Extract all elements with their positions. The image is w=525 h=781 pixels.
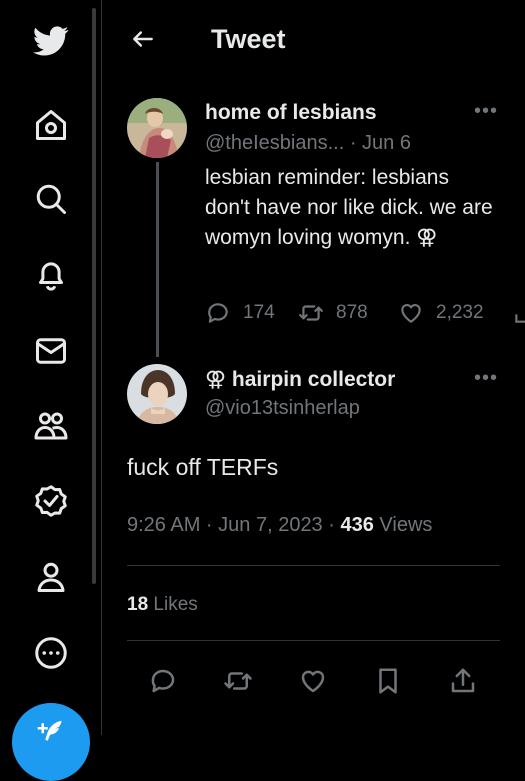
reply-button[interactable] bbox=[146, 664, 180, 698]
share-button[interactable] bbox=[512, 300, 525, 326]
back-button[interactable] bbox=[128, 24, 158, 54]
divider bbox=[127, 640, 500, 641]
more-options-button[interactable]: ••• bbox=[472, 367, 500, 389]
avatar[interactable] bbox=[127, 98, 187, 158]
author-name[interactable]: home of lesbians bbox=[205, 101, 377, 125]
reply-button[interactable]: 174 bbox=[205, 300, 275, 326]
like-button[interactable] bbox=[296, 664, 330, 698]
communities-icon[interactable] bbox=[30, 405, 72, 447]
author-name[interactable]: ⚢ hairpin collector bbox=[205, 367, 395, 392]
author-handle[interactable]: @theIesbians... bbox=[205, 132, 344, 154]
retweet-icon bbox=[299, 305, 323, 321]
column-divider bbox=[101, 0, 102, 735]
reply-icon bbox=[208, 303, 228, 323]
tweet-text: lesbian reminder: lesbians don't have no… bbox=[205, 166, 493, 249]
tweet-timestamp-row: 9:26 AM · Jun 7, 2023 · 436 Views bbox=[127, 514, 432, 537]
retweet-count: 878 bbox=[336, 302, 368, 323]
more-options-button[interactable]: ••• bbox=[472, 100, 500, 122]
tweet-date[interactable]: · Jun 6 bbox=[350, 132, 411, 154]
heart-icon bbox=[301, 670, 325, 693]
verified-badge-icon[interactable] bbox=[30, 480, 72, 522]
page-title: Tweet bbox=[211, 24, 286, 54]
twitter-logo-icon[interactable] bbox=[30, 20, 72, 62]
more-options-icon[interactable] bbox=[30, 632, 72, 674]
search-icon[interactable] bbox=[30, 178, 72, 220]
painting-avatar-image bbox=[127, 98, 187, 158]
sidebar bbox=[0, 0, 100, 781]
share-button[interactable] bbox=[446, 664, 480, 698]
bookmark-button[interactable] bbox=[371, 664, 405, 698]
likes-summary[interactable]: 18 Likes bbox=[127, 594, 198, 616]
reply-count: 174 bbox=[243, 302, 275, 323]
messages-envelope-icon[interactable] bbox=[30, 330, 72, 372]
like-button[interactable]: 2,232 bbox=[398, 300, 484, 326]
likes-label: Likes bbox=[153, 594, 198, 615]
author-meta: @theIesbians... · Jun 6 bbox=[205, 132, 411, 155]
share-icon bbox=[515, 314, 525, 323]
portrait-avatar-image bbox=[127, 364, 187, 424]
avatar[interactable] bbox=[127, 364, 187, 424]
share-icon bbox=[451, 668, 475, 693]
retweet-button[interactable] bbox=[221, 664, 255, 698]
like-count: 2,232 bbox=[436, 302, 484, 323]
reply-icon bbox=[151, 669, 175, 693]
thread-connector-line bbox=[156, 162, 159, 357]
notifications-bell-icon[interactable] bbox=[30, 254, 72, 296]
divider bbox=[127, 565, 500, 566]
tweet-timestamp[interactable]: 9:26 AM · Jun 7, 2023 · bbox=[127, 514, 335, 536]
heart-icon bbox=[401, 304, 421, 323]
views-label: Views bbox=[379, 514, 433, 536]
sidebar-scrollbar[interactable] bbox=[92, 8, 96, 584]
profile-icon[interactable] bbox=[30, 556, 72, 598]
retweet-button[interactable]: 878 bbox=[298, 300, 368, 326]
back-arrow-icon bbox=[133, 31, 153, 47]
likes-count: 18 bbox=[127, 594, 149, 615]
home-icon[interactable] bbox=[30, 104, 72, 146]
author-handle[interactable]: @vio13tsinherlap bbox=[205, 397, 360, 420]
bookmark-icon bbox=[379, 668, 397, 694]
views-count: 436 bbox=[340, 514, 374, 536]
feather-plus-icon bbox=[37, 720, 62, 741]
compose-tweet-button[interactable] bbox=[12, 703, 90, 781]
retweet-icon bbox=[224, 672, 252, 690]
tweet-text: fuck off TERFs bbox=[127, 454, 279, 480]
